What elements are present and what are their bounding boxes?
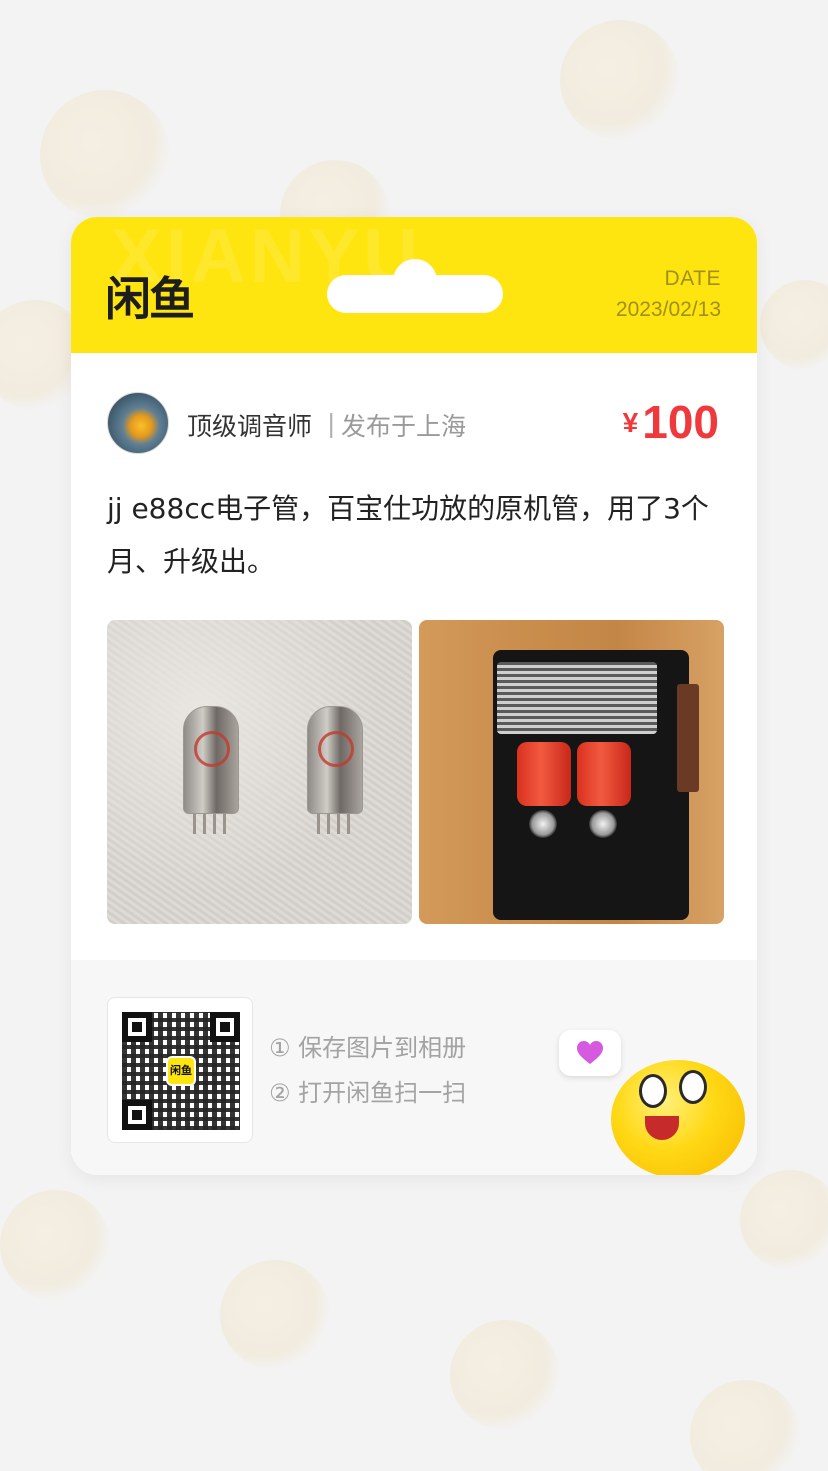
background-mascot: [690, 1380, 800, 1471]
amplifier-tube-socket: [589, 810, 617, 838]
vacuum-tube-image: [183, 706, 239, 814]
background-mascot: [560, 20, 680, 140]
card-header: XIANYU 闲鱼 DATE 2023/02/13: [71, 217, 757, 353]
item-price: ¥100: [623, 395, 719, 449]
instruction-open-scan: ② 打开闲鱼扫一扫: [269, 1079, 467, 1107]
mascot-eye-icon: [639, 1074, 667, 1108]
seller-name[interactable]: 顶级调音师: [187, 407, 312, 443]
xianyu-logo: 闲鱼: [105, 272, 195, 326]
share-card: XIANYU 闲鱼 DATE 2023/02/13 顶级调音师 | 发布于上海 …: [71, 217, 757, 1175]
date-label: DATE: [664, 267, 721, 290]
card-footer: 闲鱼 ① 保存图片到相册 ② 打开闲鱼扫一扫: [71, 960, 757, 1175]
tube-pin: [337, 814, 340, 834]
amplifier-red-cap: [577, 742, 631, 806]
background-mascot: [760, 280, 828, 370]
qr-finder-pattern: [122, 1012, 152, 1042]
item-description: jj e88cc电子管，百宝仕功放的原机管，用了3个月、升级出。: [107, 492, 709, 578]
tube-logo-mark: [194, 731, 230, 767]
remote-control-image: [677, 684, 699, 792]
instruction-save-image: ① 保存图片到相册: [269, 1034, 467, 1062]
meta-separator: |: [327, 409, 336, 438]
qr-code-icon[interactable]: 闲鱼: [107, 997, 253, 1143]
background-mascot: [0, 1190, 110, 1300]
background-mascot: [220, 1260, 330, 1370]
background-mascot: [450, 1320, 560, 1430]
heart-icon: [577, 1041, 603, 1064]
tube-pin: [213, 814, 216, 834]
price-currency: ¥: [622, 407, 639, 438]
tube-logo-mark: [318, 731, 354, 767]
vacuum-tube-image: [307, 706, 363, 814]
tube-pin: [317, 814, 320, 834]
qr-logo: 闲鱼: [166, 1056, 196, 1086]
item-photo-tubes[interactable]: [107, 620, 412, 924]
amplifier-grill: [497, 662, 657, 734]
seller-avatar[interactable]: [107, 392, 169, 454]
tube-pin: [203, 814, 206, 834]
card-hanger-slot: [327, 275, 503, 313]
tube-pin: [193, 814, 196, 834]
price-amount: 100: [642, 396, 719, 448]
mascot-icon: [607, 1046, 757, 1175]
mascot-eye-icon: [679, 1070, 707, 1104]
tube-pin: [327, 814, 330, 834]
tube-pin: [347, 814, 350, 834]
publish-location: 发布于上海: [341, 412, 467, 441]
amplifier-red-cap: [517, 742, 571, 806]
qr-finder-pattern: [122, 1100, 152, 1130]
item-photo-amplifier[interactable]: [419, 620, 724, 924]
background-mascot: [740, 1170, 828, 1270]
background-mascot: [40, 90, 170, 220]
amplifier-tube-socket: [529, 810, 557, 838]
date-value: 2023/02/13: [615, 298, 721, 321]
qr-finder-pattern: [210, 1012, 240, 1042]
tube-pin: [223, 814, 226, 834]
